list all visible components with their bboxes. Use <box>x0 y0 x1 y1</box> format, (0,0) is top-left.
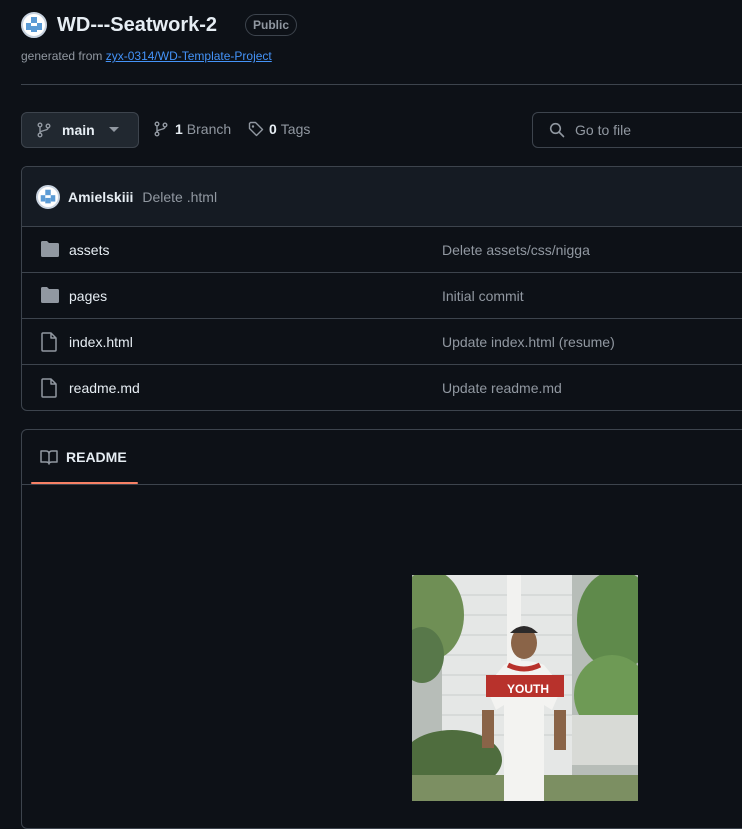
branch-label: Branch <box>186 121 232 137</box>
photo-shirt-text: YOUTH <box>507 682 549 696</box>
file-name[interactable]: assets <box>69 242 109 258</box>
tag-label: Tags <box>280 121 311 137</box>
git-branch-icon <box>154 121 168 137</box>
search-icon <box>549 122 565 138</box>
caret-down-icon <box>108 127 119 132</box>
file-row-readme-md[interactable]: readme.md Update readme.md <box>22 365 742 410</box>
readme-photo: YOUTH <box>412 575 638 801</box>
commit-message[interactable]: Delete .html <box>142 189 217 205</box>
file-commit-message[interactable]: Delete assets/css/nigga <box>442 242 590 258</box>
git-branch-icon <box>37 122 51 138</box>
template-link[interactable]: zyx-0314/WD-Template-Project <box>106 49 272 63</box>
file-commit-message[interactable]: Update readme.md <box>442 380 562 396</box>
header-divider <box>21 84 742 85</box>
file-row-assets[interactable]: assets Delete assets/css/nigga <box>22 227 742 273</box>
generated-from-text: generated from zyx-0314/WD-Template-Proj… <box>21 49 272 63</box>
person-photo-image: YOUTH <box>412 575 638 801</box>
file-commit-message[interactable]: Update index.html (resume) <box>442 334 615 350</box>
readme-panel: README YOUTH <box>21 429 742 829</box>
repo-owner-avatar[interactable] <box>21 12 47 38</box>
branch-name: main <box>62 122 95 138</box>
identicon-icon <box>26 17 42 32</box>
search-placeholder: Go to file <box>575 122 632 138</box>
identicon-icon <box>40 189 56 203</box>
folder-icon <box>41 241 59 257</box>
tab-readme[interactable]: README <box>40 449 127 465</box>
tag-count: 0 <box>269 121 277 137</box>
file-icon <box>41 332 57 352</box>
latest-commit-bar: Amielskiii Delete .html <box>22 167 742 227</box>
readme-header: README <box>22 430 742 485</box>
file-name[interactable]: readme.md <box>69 380 140 396</box>
branch-count: 1 <box>175 121 183 137</box>
generated-prefix: generated from <box>21 49 106 63</box>
file-icon <box>41 378 57 398</box>
file-name[interactable]: index.html <box>69 334 133 350</box>
folder-icon <box>41 287 59 303</box>
file-name[interactable]: pages <box>69 288 107 304</box>
book-icon <box>40 450 58 465</box>
commit-author-avatar[interactable] <box>36 184 60 209</box>
file-row-pages[interactable]: pages Initial commit <box>22 273 742 319</box>
go-to-file-search[interactable]: Go to file <box>532 112 742 148</box>
file-row-index-html[interactable]: index.html Update index.html (resume) <box>22 319 742 365</box>
commit-author[interactable]: Amielskiii <box>68 189 133 205</box>
active-tab-underline <box>31 482 138 484</box>
tags-link[interactable]: 0 Tags <box>248 121 310 137</box>
tab-readme-label: README <box>66 449 127 465</box>
branch-select-button[interactable]: main <box>21 112 139 148</box>
visibility-badge: Public <box>245 14 298 36</box>
branches-link[interactable]: 1 Branch <box>153 121 231 137</box>
repo-name[interactable]: WD---Seatwork-2 <box>57 14 217 37</box>
file-commit-message[interactable]: Initial commit <box>442 288 524 304</box>
tag-icon <box>248 121 264 137</box>
file-list-panel: Amielskiii Delete .html assets Delete as… <box>21 166 742 411</box>
